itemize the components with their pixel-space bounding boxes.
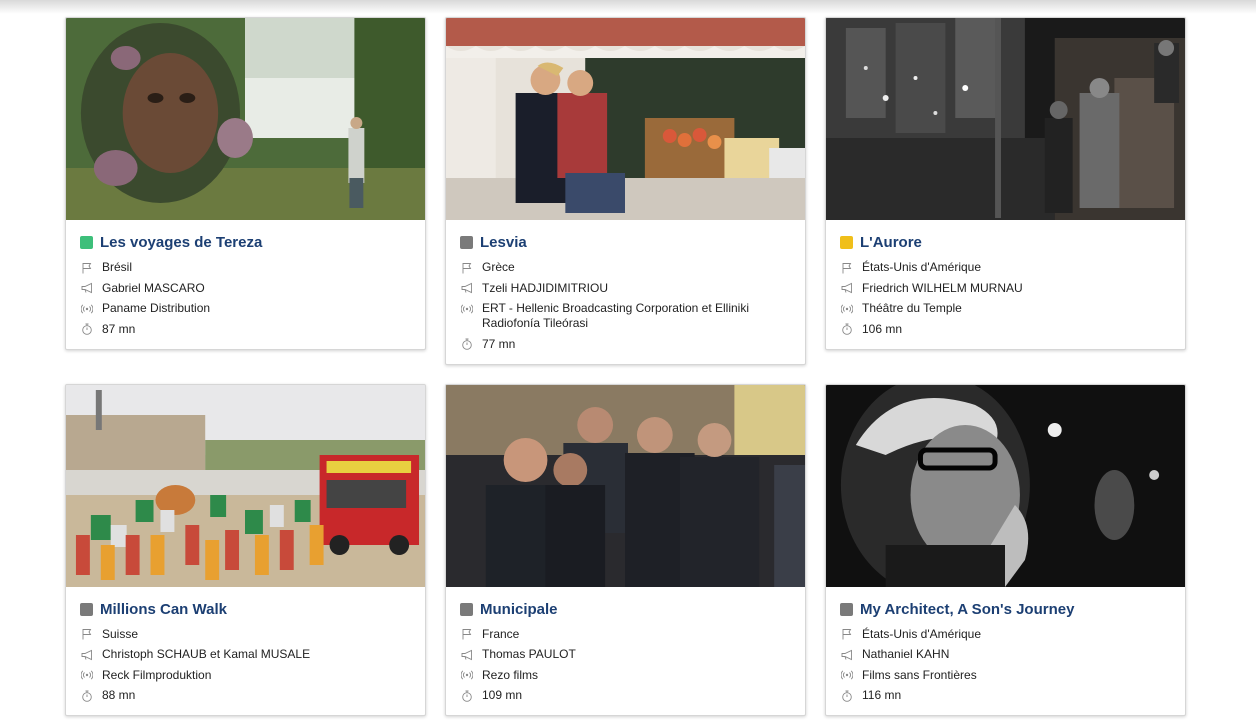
film-card[interactable]: Les voyages de Tereza Brésil Gabriel MAS…: [65, 17, 426, 350]
stopwatch-icon: [840, 322, 854, 337]
broadcast-icon: [80, 301, 94, 316]
film-card[interactable]: L'Aurore États-Unis d'Amérique Friedrich…: [825, 17, 1186, 350]
broadcast-icon: [840, 668, 854, 683]
director: Nathaniel KAHN: [862, 647, 950, 661]
director-row: Thomas PAULOT: [460, 647, 791, 662]
duration: 116 mn: [862, 688, 902, 702]
duration: 88 mn: [102, 688, 136, 702]
distributor-row: ERT - Hellenic Broadcasting Corporation …: [460, 301, 791, 331]
film-title[interactable]: Millions Can Walk: [100, 601, 227, 618]
distributor: Reck Filmproduktion: [102, 667, 212, 682]
broadcast-icon: [80, 668, 94, 683]
duration: 87 mn: [102, 321, 136, 336]
country-row: Brésil: [80, 260, 411, 275]
status-square: [80, 602, 93, 616]
megaphone-icon: [840, 647, 854, 662]
country: États-Unis d'Amérique: [862, 260, 982, 274]
country-row: Suisse: [80, 627, 411, 642]
status-square: [840, 602, 853, 616]
country: États-Unis d'Amérique: [862, 626, 982, 641]
duration-row: 116 mn: [840, 688, 1171, 703]
film-title[interactable]: L'Aurore: [860, 234, 922, 251]
flag-icon: [840, 627, 854, 642]
duration-row: 106 mn: [840, 322, 1171, 337]
country-row: Grèce: [460, 260, 791, 275]
megaphone-icon: [460, 281, 474, 296]
stopwatch-icon: [460, 337, 474, 352]
country: Suisse: [102, 626, 139, 641]
director-row: Christoph SCHAUB et Kamal MUSALE: [80, 647, 411, 662]
duration-row: 109 mn: [460, 688, 791, 703]
film-title[interactable]: Lesvia: [480, 234, 527, 251]
broadcast-icon: [460, 668, 474, 683]
director-row: Gabriel MASCARO: [80, 281, 411, 296]
stopwatch-icon: [80, 322, 94, 337]
status-square: [840, 236, 853, 249]
country: France: [482, 626, 520, 641]
film-still[interactable]: [66, 18, 425, 220]
duration-row: 88 mn: [80, 688, 411, 703]
distributor: ERT - Hellenic Broadcasting Corporation …: [482, 301, 750, 330]
distributor-row: Reck Filmproduktion: [80, 668, 411, 683]
megaphone-icon: [80, 647, 94, 662]
duration: 106 mn: [862, 321, 903, 336]
director: Christoph SCHAUB et Kamal MUSALE: [102, 647, 311, 661]
country: Brésil: [102, 260, 133, 274]
stopwatch-icon: [840, 688, 854, 703]
distributor-row: Rezo films: [460, 668, 791, 683]
duration-row: 87 mn: [80, 322, 411, 337]
country-row: France: [460, 627, 791, 642]
distributor: Théâtre du Temple: [862, 301, 962, 315]
film-card[interactable]: Municipale France Thomas PAULOT Rezo fil…: [445, 383, 806, 716]
flag-icon: [80, 260, 94, 275]
megaphone-icon: [840, 281, 854, 296]
country: Grèce: [482, 260, 515, 274]
film-still[interactable]: [446, 18, 805, 220]
distributor: Paname Distribution: [102, 301, 211, 315]
film-still[interactable]: [826, 384, 1185, 587]
film-still[interactable]: [66, 384, 425, 587]
top-shadow: [0, 0, 1256, 14]
distributor-row: Théâtre du Temple: [840, 301, 1171, 316]
film-title[interactable]: My Architect, A Son's Journey: [860, 601, 1074, 618]
distributor-row: Films sans Frontières: [840, 668, 1171, 683]
duration: 109 mn: [482, 688, 523, 702]
film-card[interactable]: Millions Can Walk Suisse Christoph SCHAU…: [65, 383, 426, 716]
megaphone-icon: [460, 647, 474, 662]
flag-icon: [80, 627, 94, 642]
status-square: [460, 236, 473, 249]
distributor-row: Paname Distribution: [80, 301, 411, 316]
distributor: Films sans Frontières: [862, 667, 977, 682]
stopwatch-icon: [80, 688, 94, 703]
director: Tzeli HADJIDIMITRIOU: [482, 280, 608, 295]
country-row: États-Unis d'Amérique: [840, 627, 1171, 642]
director-row: Friedrich WILHELM MURNAU: [840, 281, 1171, 296]
film-grid: Les voyages de Tereza Brésil Gabriel MAS…: [65, 17, 1187, 716]
film-card[interactable]: Lesvia Grèce Tzeli HADJIDIMITRIOU ERT - …: [445, 17, 806, 365]
flag-icon: [840, 260, 854, 275]
status-square: [460, 602, 473, 616]
director: Gabriel MASCARO: [102, 280, 205, 295]
film-title[interactable]: Les voyages de Tereza: [100, 234, 262, 251]
director-row: Tzeli HADJIDIMITRIOU: [460, 281, 791, 296]
film-still[interactable]: [446, 384, 805, 587]
duration-row: 77 mn: [460, 337, 791, 352]
director: Friedrich WILHELM MURNAU: [862, 280, 1023, 295]
flag-icon: [460, 627, 474, 642]
stopwatch-icon: [460, 688, 474, 703]
director: Thomas PAULOT: [482, 647, 576, 661]
distributor: Rezo films: [482, 667, 539, 682]
status-square: [80, 236, 93, 249]
megaphone-icon: [80, 281, 94, 296]
broadcast-icon: [840, 301, 854, 316]
duration: 77 mn: [482, 336, 516, 351]
director-row: Nathaniel KAHN: [840, 647, 1171, 662]
film-card[interactable]: My Architect, A Son's Journey États-Unis…: [825, 383, 1186, 716]
broadcast-icon: [460, 301, 474, 316]
film-title[interactable]: Municipale: [480, 601, 558, 618]
film-still[interactable]: [826, 18, 1185, 220]
country-row: États-Unis d'Amérique: [840, 260, 1171, 275]
flag-icon: [460, 260, 474, 275]
